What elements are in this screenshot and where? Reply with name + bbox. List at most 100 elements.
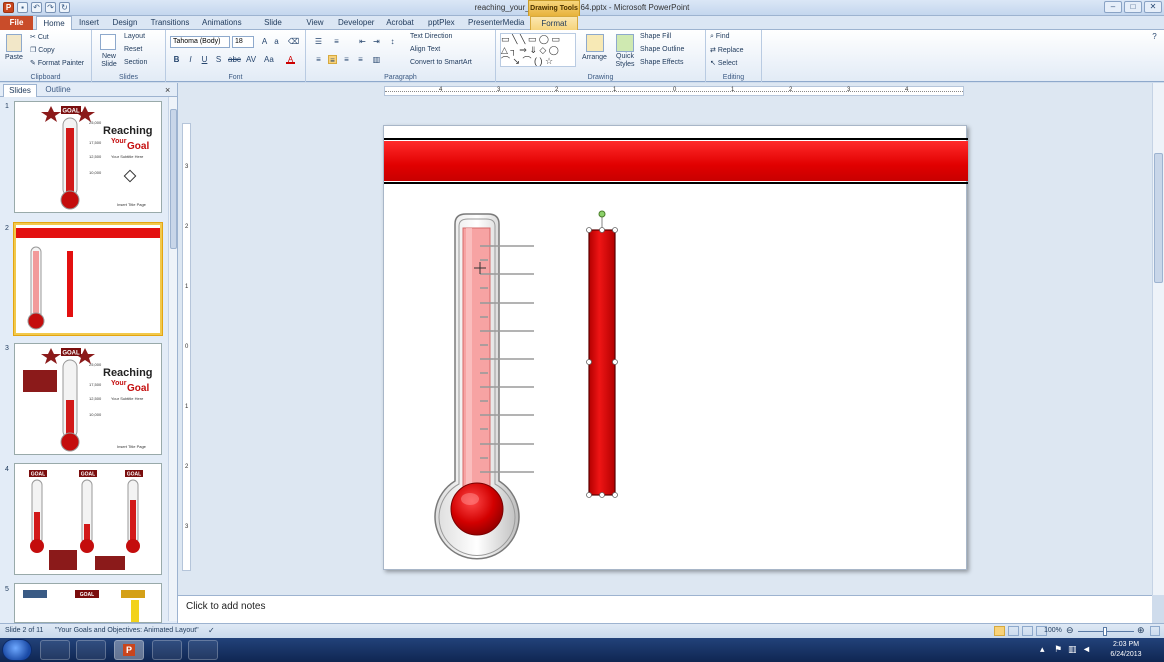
tab-transitions[interactable]: Transitions [150,16,190,30]
quick-styles-button[interactable]: Quick Styles [612,53,638,69]
tab-outline[interactable]: Outline [40,84,76,97]
italic-icon[interactable]: I [186,55,195,64]
slide-thumbnail-4[interactable]: GOAL GOAL GOAL [14,463,162,575]
align-right-icon[interactable]: ≡ [342,55,351,64]
flag-icon[interactable]: ⚑ [1054,644,1062,655]
font-size-box[interactable]: 18 [232,36,254,48]
arrange-button[interactable]: Arrange [582,54,607,61]
notes-placeholder[interactable]: Click to add notes [186,601,266,612]
media-player-icon[interactable] [76,640,106,660]
strikethrough-icon[interactable]: S [214,55,223,64]
align-text-button[interactable]: Align Text [410,46,440,53]
paste-icon[interactable] [6,34,22,52]
line-spacing-icon[interactable]: ↕ [388,37,397,46]
tab-home[interactable]: Home [36,16,72,31]
powerpoint-taskbar-icon[interactable]: P [114,640,144,660]
close-icon[interactable]: × [165,85,170,95]
start-icon[interactable] [2,639,32,661]
font-name-box[interactable]: Tahoma (Body) [170,36,230,48]
slide-canvas[interactable] [383,125,968,570]
shape-outline-button[interactable]: Shape Outline [640,46,684,53]
selected-red-bar-shape[interactable] [586,210,618,498]
rotation-handle[interactable] [598,210,606,218]
shapes-gallery[interactable]: ▭ ╲ ╲ ▭ ◯ ▭ △ ┐ ⇒ ⇓ ◇ ◯ ⌒ ↘ ⌒ ( ) ☆ [500,33,576,67]
underline-icon[interactable]: U [200,55,209,64]
character-spacing-icon[interactable]: AV [246,55,256,64]
scrollbar-thumb[interactable] [1154,153,1163,283]
outlook-icon[interactable] [152,640,182,660]
shrink-font-icon[interactable]: a [272,37,281,46]
tab-pptplex[interactable]: pptPlex [428,16,455,30]
scrollbar-thumb[interactable] [170,109,177,249]
numbering-icon[interactable]: ≡ [332,37,341,46]
new-slide-icon[interactable] [100,34,116,50]
tab-design[interactable]: Design [112,16,138,30]
cut-button[interactable]: ✂ Cut [30,33,49,41]
new-slide-button[interactable]: New Slide [96,53,122,69]
reset-button[interactable]: Reset [124,46,142,53]
grow-font-icon[interactable]: A [260,37,269,46]
tab-acrobat[interactable]: Acrobat [386,16,414,30]
justify-icon[interactable]: ≡ [356,55,365,64]
fit-to-window-icon[interactable] [1150,626,1160,636]
zoom-slider-thumb[interactable] [1103,627,1107,636]
paste-button[interactable]: Paste [5,54,23,61]
align-left-icon[interactable]: ≡ [314,55,323,64]
zoom-out-icon[interactable]: ⊖ [1066,625,1074,636]
layout-button[interactable]: Layout [124,33,145,40]
zoom-in-icon[interactable]: ⊕ [1137,625,1145,636]
arrange-icon[interactable] [586,34,604,52]
select-button[interactable]: ↖ Select [710,59,737,67]
increase-indent-icon[interactable]: ⇥ [372,37,381,46]
copy-button[interactable]: ❐ Copy [30,46,55,54]
convert-smartart-button[interactable]: Convert to SmartArt [410,59,472,66]
tab-slide-show[interactable]: Slide Show [254,16,292,40]
slide-thumbnail-1[interactable]: GOAL 25,000 17,500 12,500 10,000 Reachin… [14,101,162,213]
explorer-icon[interactable] [40,640,70,660]
close-icon[interactable]: ✕ [1144,1,1162,13]
show-hidden-icons[interactable]: ▴ [1040,644,1045,655]
change-case-icon[interactable]: Aa [264,55,274,64]
align-center-icon[interactable]: ≡ [328,55,337,65]
network-app-icon[interactable] [188,640,218,660]
find-button[interactable]: ⌕ Find [710,33,730,41]
text-direction-button[interactable]: Text Direction [410,33,452,40]
font-color-icon[interactable]: A [286,55,295,64]
tab-developer[interactable]: Developer [338,16,374,30]
tab-animations[interactable]: Animations [202,16,242,30]
bold-icon[interactable]: B [172,55,181,64]
section-button[interactable]: Section [124,59,147,66]
spellcheck-icon[interactable]: ✓ [208,626,215,635]
slide-thumbnail-2[interactable] [14,223,162,335]
notes-pane[interactable]: Click to add notes [178,595,1152,623]
help-icon[interactable]: ? [1150,32,1159,41]
decrease-indent-icon[interactable]: ⇤ [358,37,367,46]
minimize-icon[interactable]: – [1104,1,1122,13]
columns-icon[interactable]: ▥ [372,55,381,64]
tab-view[interactable]: View [306,16,324,30]
quick-styles-icon[interactable] [616,34,634,52]
system-clock[interactable]: 2:03 PM 6/24/2013 [1106,640,1146,660]
clear-formatting-icon[interactable]: ⌫ [288,37,299,46]
bullets-icon[interactable]: ☰ [314,37,323,46]
network-icon[interactable]: ▥ [1068,644,1077,655]
tab-insert[interactable]: Insert [78,16,100,30]
shape-effects-button[interactable]: Shape Effects [640,59,683,66]
slide-thumbnail-5[interactable]: GOAL [14,583,162,623]
shadow-icon[interactable]: abc [228,55,241,64]
tab-format[interactable]: Format [530,16,578,30]
volume-icon[interactable]: ◄ [1082,644,1091,654]
replace-button[interactable]: ⇄ Replace [710,46,744,54]
slide-sorter-icon[interactable] [1008,626,1019,636]
panel-scrollbar[interactable] [168,97,177,621]
shape-fill-button[interactable]: Shape Fill [640,33,671,40]
format-painter-button[interactable]: ✎ Format Painter [30,59,84,67]
tab-file[interactable]: File [0,16,33,30]
editor-vertical-scrollbar[interactable] [1152,83,1164,595]
reading-view-icon[interactable] [1022,626,1033,636]
normal-view-icon[interactable] [994,626,1005,636]
slide-thumbnail-3[interactable]: GOAL 25,000 17,500 12,500 10,000 Reachin… [14,343,162,455]
tab-slides[interactable]: Slides [3,84,37,97]
tab-presentermedia[interactable]: PresenterMedia [468,16,524,30]
maximize-icon[interactable]: □ [1124,1,1142,13]
